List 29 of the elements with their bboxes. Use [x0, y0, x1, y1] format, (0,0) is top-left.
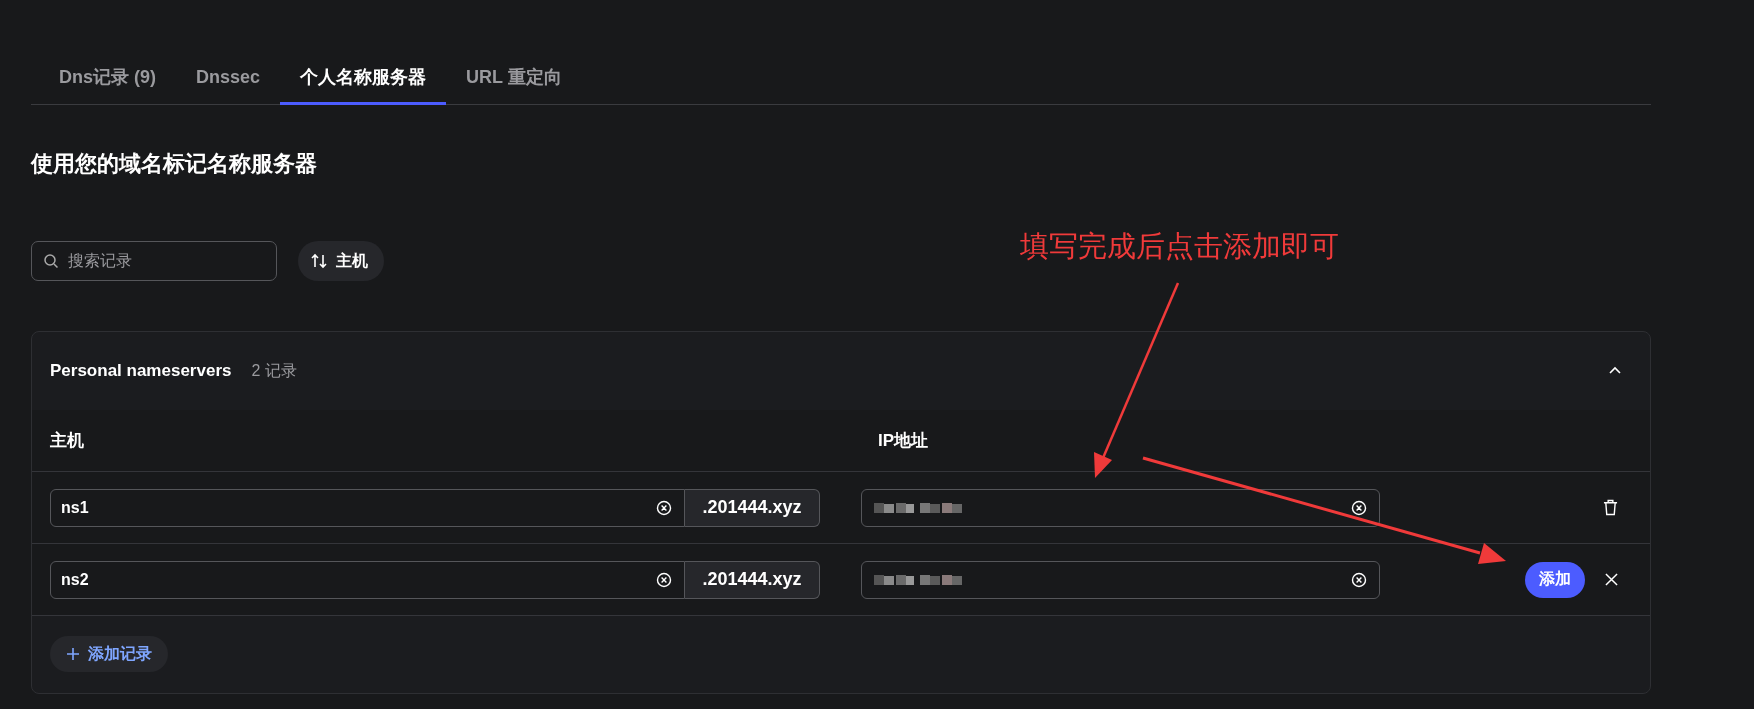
annotation-text: 填写完成后点击添加即可 [1020, 229, 1339, 264]
tab[interactable]: Dnssec [176, 52, 281, 105]
domain-suffix: .201444.xyz [685, 560, 820, 599]
page-heading: 使用您的域名标记名称服务器 [31, 150, 318, 178]
column-header: IP地址 [878, 430, 929, 452]
close-icon[interactable] [1605, 573, 1618, 586]
clear-icon[interactable] [1351, 499, 1367, 516]
column-header: 主机 [50, 430, 85, 452]
add-record-button[interactable]: 添加记录 [50, 636, 168, 672]
ip-field[interactable] [861, 560, 1380, 599]
search-field[interactable]: 搜索记录 [31, 241, 277, 281]
host-field[interactable]: ns2 [50, 560, 685, 599]
clear-icon[interactable] [656, 499, 672, 516]
search-icon [43, 253, 59, 269]
host-field[interactable]: ns1 [50, 488, 685, 527]
tab[interactable]: Dns记录 (9) [39, 52, 176, 105]
plus-icon [66, 647, 80, 661]
clear-icon[interactable] [1351, 571, 1367, 588]
domain-suffix: .201444.xyz [685, 488, 820, 527]
add-button[interactable]: 添加 [1525, 561, 1585, 598]
tab[interactable]: URL 重定向 [446, 52, 582, 105]
sort-button[interactable]: 主机 [298, 241, 384, 281]
card-title: Personal nameservers [50, 361, 232, 381]
clear-icon[interactable] [656, 571, 672, 588]
tab[interactable]: 个人名称服务器 [280, 52, 447, 105]
ip-field[interactable] [861, 488, 1380, 527]
sort-icon [310, 252, 328, 270]
record-count: 2 记录 [251, 360, 297, 381]
trash-icon[interactable] [1603, 499, 1618, 516]
